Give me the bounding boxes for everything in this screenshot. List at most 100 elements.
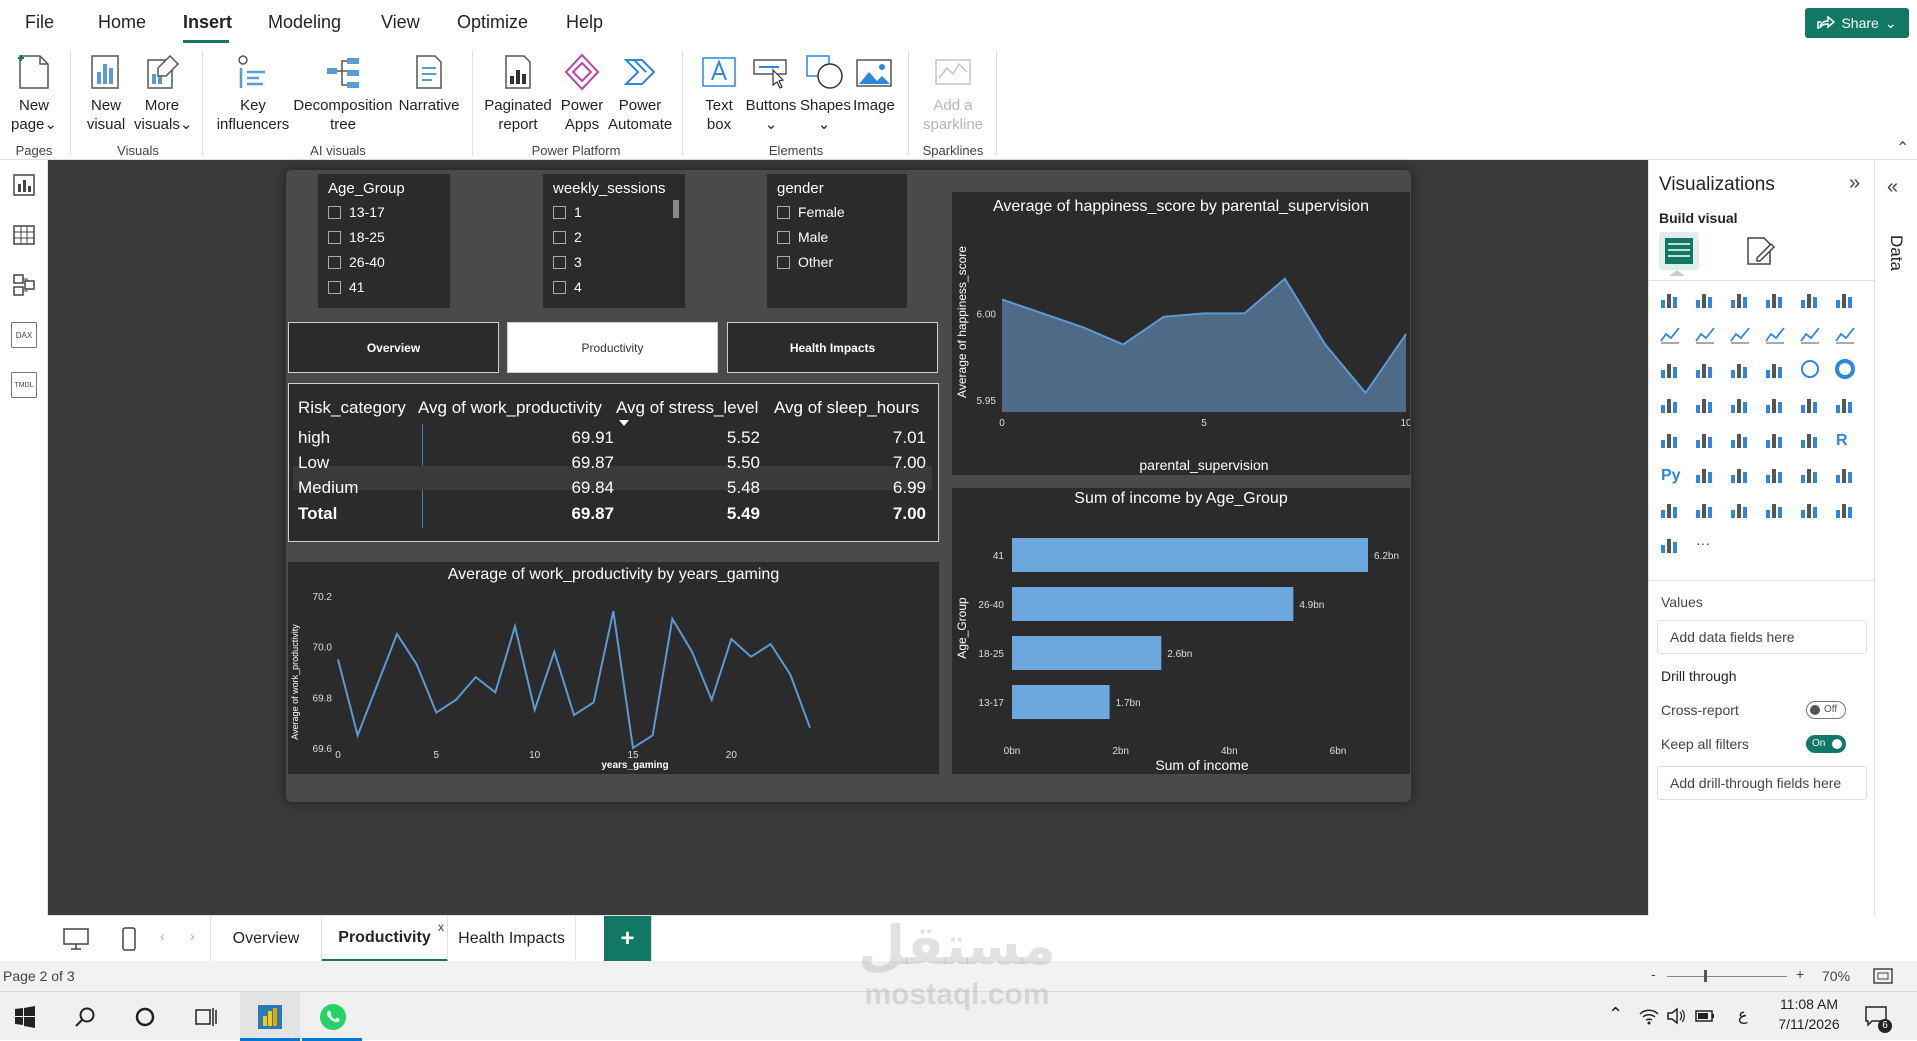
- checkbox[interactable]: [328, 255, 341, 269]
- input-language-indicator[interactable]: ع: [1738, 1005, 1748, 1025]
- cortana-icon[interactable]: [134, 1006, 156, 1028]
- more-icon[interactable]: ···: [1694, 533, 1716, 555]
- clock-time[interactable]: 11:08 AM: [1774, 996, 1844, 1012]
- checkbox[interactable]: [553, 205, 566, 219]
- dax-query-icon[interactable]: DAX: [11, 322, 37, 348]
- format-visual-icon[interactable]: [1743, 234, 1777, 268]
- power-apps-button[interactable]: Power Apps: [556, 52, 608, 134]
- zoom-in-button[interactable]: +: [1796, 966, 1804, 982]
- key-influencers-button[interactable]: Key influencers: [214, 52, 292, 134]
- waterfall-icon[interactable]: [1694, 358, 1716, 380]
- values-drop-zone[interactable]: Add data fields here: [1657, 620, 1867, 654]
- battery-icon[interactable]: [1694, 1008, 1716, 1024]
- metrics-icon[interactable]: [1659, 498, 1681, 520]
- 100-area-icon[interactable]: [1764, 323, 1786, 345]
- paginated-icon[interactable]: [1834, 463, 1856, 485]
- zoom-slider-track[interactable]: [1667, 976, 1787, 977]
- clock-date[interactable]: 7/11/2026: [1774, 1016, 1844, 1032]
- add-sparkline-button[interactable]: Add a sparkline: [920, 52, 986, 134]
- slicer-option[interactable]: 4: [553, 279, 582, 295]
- add-page-button[interactable]: +: [604, 916, 652, 962]
- income-bar-chart[interactable]: Age_Group Sum of income 41 6.2bn 26-40 4.9b…: [952, 488, 1410, 774]
- slicer-scrollbar[interactable]: [673, 200, 679, 218]
- fit-to-page-icon[interactable]: [1872, 967, 1894, 985]
- matrix-header[interactable]: Risk_category: [298, 398, 406, 418]
- 100-column-icon[interactable]: [1834, 288, 1856, 310]
- scroll-left-icon[interactable]: ‹: [160, 928, 165, 944]
- slicer-option[interactable]: 3: [553, 254, 582, 270]
- slicer-option[interactable]: Male: [777, 229, 828, 245]
- mobile-layout-icon[interactable]: [120, 926, 138, 952]
- close-tab-icon[interactable]: x: [438, 920, 444, 934]
- share-button[interactable]: Share ⌄: [1805, 8, 1909, 38]
- expand-pane-icon[interactable]: «: [1887, 176, 1898, 199]
- matrix-header[interactable]: Avg of sleep_hours: [774, 398, 919, 418]
- report-view-icon[interactable]: [11, 172, 37, 198]
- slicer-option[interactable]: 2: [553, 229, 582, 245]
- menu-file[interactable]: File: [25, 12, 54, 33]
- power-automate-icon[interactable]: [1729, 498, 1751, 520]
- decomposition-tree-button[interactable]: Decomposition tree: [292, 52, 394, 134]
- menu-modeling[interactable]: Modeling: [268, 12, 341, 33]
- checkbox[interactable]: [553, 230, 566, 244]
- narrative-button[interactable]: Narrative: [396, 52, 462, 115]
- power-automate-button[interactable]: Power Automate: [608, 52, 672, 134]
- pie-icon[interactable]: [1799, 358, 1821, 380]
- new-page-button[interactable]: New page⌄: [8, 52, 60, 134]
- new-visual-button[interactable]: New visual: [84, 52, 128, 134]
- cross-report-toggle[interactable]: Off: [1806, 701, 1846, 719]
- clustered-bar-icon[interactable]: [1729, 288, 1751, 310]
- more-visuals-button[interactable]: More visuals⌄: [134, 52, 192, 134]
- card-icon[interactable]: [1659, 428, 1681, 450]
- slicer-option[interactable]: 13-17: [328, 204, 385, 220]
- slicer-option[interactable]: 1: [553, 204, 582, 220]
- checkbox[interactable]: [777, 230, 790, 244]
- slicer-option[interactable]: 41: [328, 279, 365, 295]
- clustered-column-icon[interactable]: [1764, 288, 1786, 310]
- matrix-header[interactable]: Avg of stress_level: [616, 398, 758, 418]
- collapse-pane-icon[interactable]: »: [1849, 172, 1860, 195]
- slicer-option[interactable]: Female: [777, 204, 845, 220]
- slicer-option[interactable]: 18-25: [328, 229, 385, 245]
- volume-icon[interactable]: [1666, 1007, 1686, 1025]
- tmdl-view-icon[interactable]: TMDL: [11, 372, 37, 398]
- collapse-ribbon-icon[interactable]: ⌃: [1896, 138, 1909, 158]
- slicer-icon[interactable]: [1729, 428, 1751, 450]
- button-icon[interactable]: [1799, 498, 1821, 520]
- menu-optimize[interactable]: Optimize: [457, 12, 528, 33]
- menu-insert[interactable]: Insert: [183, 12, 232, 33]
- narrative-icon[interactable]: [1799, 463, 1821, 485]
- decomposition-icon[interactable]: [1729, 463, 1751, 485]
- checkbox[interactable]: [328, 280, 341, 294]
- gauge-icon[interactable]: [1834, 393, 1856, 415]
- sort-desc-icon[interactable]: [619, 420, 629, 426]
- checkbox[interactable]: [553, 280, 566, 294]
- nav-health-impacts-button[interactable]: Health Impacts: [727, 322, 938, 373]
- table-view-icon[interactable]: [11, 222, 37, 248]
- scroll-right-icon[interactable]: ›: [190, 928, 195, 944]
- funnel-icon[interactable]: [1729, 358, 1751, 380]
- slicer-option[interactable]: Other: [777, 254, 833, 270]
- search-icon[interactable]: [74, 1006, 96, 1028]
- ribbon-icon[interactable]: [1659, 358, 1681, 380]
- stacked-bar-icon[interactable]: [1659, 288, 1681, 310]
- map-icon[interactable]: [1694, 393, 1716, 415]
- whatsapp-taskbar-button[interactable]: [302, 992, 362, 1041]
- desktop-layout-icon[interactable]: [62, 926, 90, 952]
- task-view-icon[interactable]: [194, 1006, 218, 1028]
- image-icon[interactable]: [1764, 498, 1786, 520]
- happiness-area-chart[interactable]: Average of happiness_score parental_supe…: [952, 192, 1410, 475]
- donut-icon[interactable]: [1834, 358, 1856, 380]
- checkbox[interactable]: [328, 205, 341, 219]
- checkbox[interactable]: [777, 205, 790, 219]
- filled-map-icon[interactable]: [1729, 393, 1751, 415]
- power-automate-2-icon[interactable]: [1659, 533, 1681, 555]
- menu-help[interactable]: Help: [566, 12, 603, 33]
- text-box-button[interactable]: Text box: [694, 52, 744, 134]
- productivity-line-chart[interactable]: Average of work_productivity years_gamin…: [288, 562, 939, 774]
- scatter-icon[interactable]: [1764, 358, 1786, 380]
- power-bi-taskbar-button[interactable]: [240, 992, 300, 1041]
- shapes-button[interactable]: Shapes ⌄: [800, 52, 851, 134]
- nav-overview-button[interactable]: Overview: [288, 322, 499, 373]
- area-icon[interactable]: [1694, 323, 1716, 345]
